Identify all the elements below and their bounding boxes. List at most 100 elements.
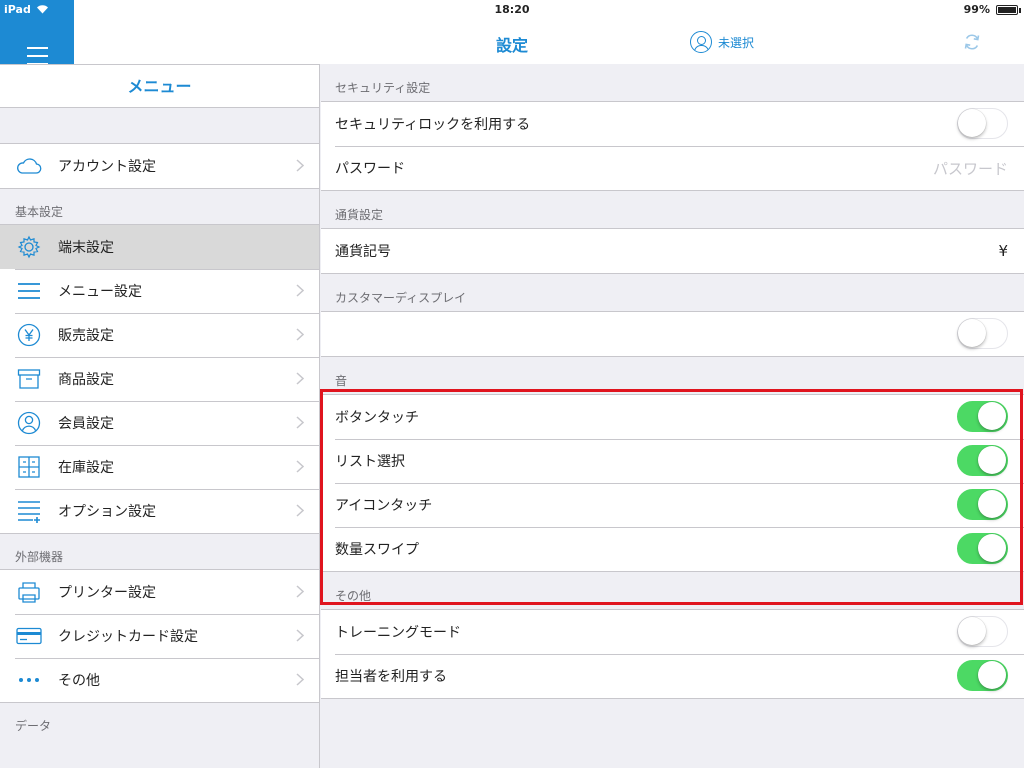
gear-icon xyxy=(15,233,43,261)
sidebar-item-menu[interactable]: メニュー設定 xyxy=(0,269,319,313)
sidebar-item-label: 在庫設定 xyxy=(58,460,114,476)
chevron-right-icon xyxy=(296,284,304,297)
more-icon xyxy=(15,666,43,694)
security-lock-toggle[interactable] xyxy=(957,108,1008,139)
sidebar-item-label: その他 xyxy=(58,673,100,689)
cloud-icon xyxy=(15,152,43,180)
sidebar-title: メニュー xyxy=(0,64,319,108)
chevron-right-icon xyxy=(296,673,304,686)
icon-touch-toggle[interactable] xyxy=(957,489,1008,520)
training-mode-row: トレーニングモード xyxy=(321,610,1024,654)
page-title: 設定 xyxy=(495,36,528,55)
sidebar-item-label: 会員設定 xyxy=(58,416,114,432)
battery-percent: 99% xyxy=(963,3,990,16)
section-title-other: その他 xyxy=(335,589,372,603)
section-title-basic: 基本設定 xyxy=(15,205,64,219)
yen-icon xyxy=(15,321,43,349)
sidebar-item-label: クレジットカード設定 xyxy=(58,629,198,645)
button-touch-toggle[interactable] xyxy=(957,401,1008,432)
row-label: トレーニングモード xyxy=(335,625,461,641)
sound-group: ボタンタッチ リスト選択 アイコンタッチ 数量スワイプ xyxy=(321,394,1024,572)
training-mode-toggle[interactable] xyxy=(957,616,1008,647)
settings-panel: セキュリティ設定 セキュリティロックを利用する パスワード パスワード 通貨設定… xyxy=(321,64,1024,768)
chevron-right-icon xyxy=(296,504,304,517)
chevron-right-icon xyxy=(296,328,304,341)
wifi-icon xyxy=(37,5,48,14)
row-label: 通貨記号 xyxy=(335,244,391,260)
person-icon xyxy=(690,31,712,53)
sidebar-item-label: メニュー設定 xyxy=(58,284,142,300)
sidebar-item-label: オプション設定 xyxy=(58,504,156,520)
sidebar-item-credit-card[interactable]: クレジットカード設定 xyxy=(0,614,319,658)
chevron-right-icon xyxy=(296,629,304,642)
password-row[interactable]: パスワード パスワード xyxy=(321,146,1024,190)
sidebar-item-products[interactable]: 商品設定 xyxy=(0,357,319,401)
customer-display-toggle[interactable] xyxy=(957,318,1008,349)
section-title-external: 外部機器 xyxy=(15,550,64,564)
row-label: 数量スワイプ xyxy=(335,542,419,558)
staff-selector[interactable]: 未選択 xyxy=(690,31,754,53)
credit-card-icon xyxy=(15,622,43,650)
list-select-toggle[interactable] xyxy=(957,445,1008,476)
list-add-icon xyxy=(15,497,43,525)
section-title-currency: 通貨設定 xyxy=(335,208,384,222)
other-group: トレーニングモード 担当者を利用する xyxy=(321,609,1024,699)
sidebar-item-members[interactable]: 会員設定 xyxy=(0,401,319,445)
sidebar-item-label: プリンター設定 xyxy=(58,585,156,601)
chevron-right-icon xyxy=(296,372,304,385)
row-label: アイコンタッチ xyxy=(335,498,433,514)
sidebar-item-label: 商品設定 xyxy=(58,372,114,388)
sidebar-item-account[interactable]: アカウント設定 xyxy=(0,144,319,188)
sidebar-item-sales[interactable]: 販売設定 xyxy=(0,313,319,357)
status-bar: iPad 18:20 99% xyxy=(0,0,1024,20)
row-label: セキュリティロックを利用する xyxy=(335,117,531,133)
section-title-customer-display: カスタマーディスプレイ xyxy=(335,291,467,305)
sidebar-item-label: 端末設定 xyxy=(58,240,114,256)
use-staff-toggle[interactable] xyxy=(957,660,1008,691)
chevron-right-icon xyxy=(296,460,304,473)
currency-symbol-row[interactable]: 通貨記号 ¥ xyxy=(321,229,1024,273)
list-icon xyxy=(15,277,43,305)
printer-icon xyxy=(15,578,43,606)
security-group: セキュリティロックを利用する パスワード パスワード xyxy=(321,101,1024,191)
currency-symbol-value: ¥ xyxy=(998,242,1008,260)
row-label: パスワード xyxy=(335,161,405,177)
quantity-swipe-row: 数量スワイプ xyxy=(321,527,1024,571)
quantity-swipe-toggle[interactable] xyxy=(957,533,1008,564)
external-devices-group: プリンター設定 クレジットカード設定 その他 xyxy=(0,569,319,703)
sidebar-item-other-devices[interactable]: その他 xyxy=(0,658,319,702)
icon-touch-row: アイコンタッチ xyxy=(321,483,1024,527)
sidebar-item-options[interactable]: オプション設定 xyxy=(0,489,319,533)
section-title-security: セキュリティ設定 xyxy=(335,81,431,95)
person-icon xyxy=(15,409,43,437)
password-field[interactable]: パスワード xyxy=(933,158,1008,179)
chevron-right-icon xyxy=(296,159,304,172)
row-label: 担当者を利用する xyxy=(335,669,447,685)
sidebar-item-label: 販売設定 xyxy=(58,328,114,344)
sidebar-item-inventory[interactable]: 在庫設定 xyxy=(0,445,319,489)
currency-group: 通貨記号 ¥ xyxy=(321,228,1024,274)
battery-icon xyxy=(996,5,1021,15)
section-title-data: データ xyxy=(15,719,52,733)
chevron-right-icon xyxy=(296,585,304,598)
sidebar-item-label: アカウント設定 xyxy=(58,159,156,175)
list-select-row: リスト選択 xyxy=(321,439,1024,483)
refresh-icon[interactable] xyxy=(962,32,982,52)
box-icon xyxy=(15,365,43,393)
sidebar: メニュー アカウント設定 基本設定 端末設定 メニュー設定 販売設定 商品設定 … xyxy=(0,64,320,768)
clock: 18:20 xyxy=(494,3,530,16)
section-title-sound: 音 xyxy=(335,374,348,388)
customer-display-group xyxy=(321,311,1024,357)
carrier-label: iPad xyxy=(4,3,31,16)
sidebar-item-printer[interactable]: プリンター設定 xyxy=(0,570,319,614)
security-lock-row: セキュリティロックを利用する xyxy=(321,102,1024,146)
customer-display-row xyxy=(321,312,1024,356)
basic-settings-group: 端末設定 メニュー設定 販売設定 商品設定 会員設定 在庫設定 オプション設定 xyxy=(0,224,319,534)
navigation-bar: 設定 未選択 xyxy=(0,0,1024,84)
chevron-right-icon xyxy=(296,416,304,429)
row-label: ボタンタッチ xyxy=(335,410,419,426)
grid-icon xyxy=(15,453,43,481)
account-group: アカウント設定 xyxy=(0,143,319,189)
use-staff-row: 担当者を利用する xyxy=(321,654,1024,698)
sidebar-item-device[interactable]: 端末設定 xyxy=(0,225,319,269)
